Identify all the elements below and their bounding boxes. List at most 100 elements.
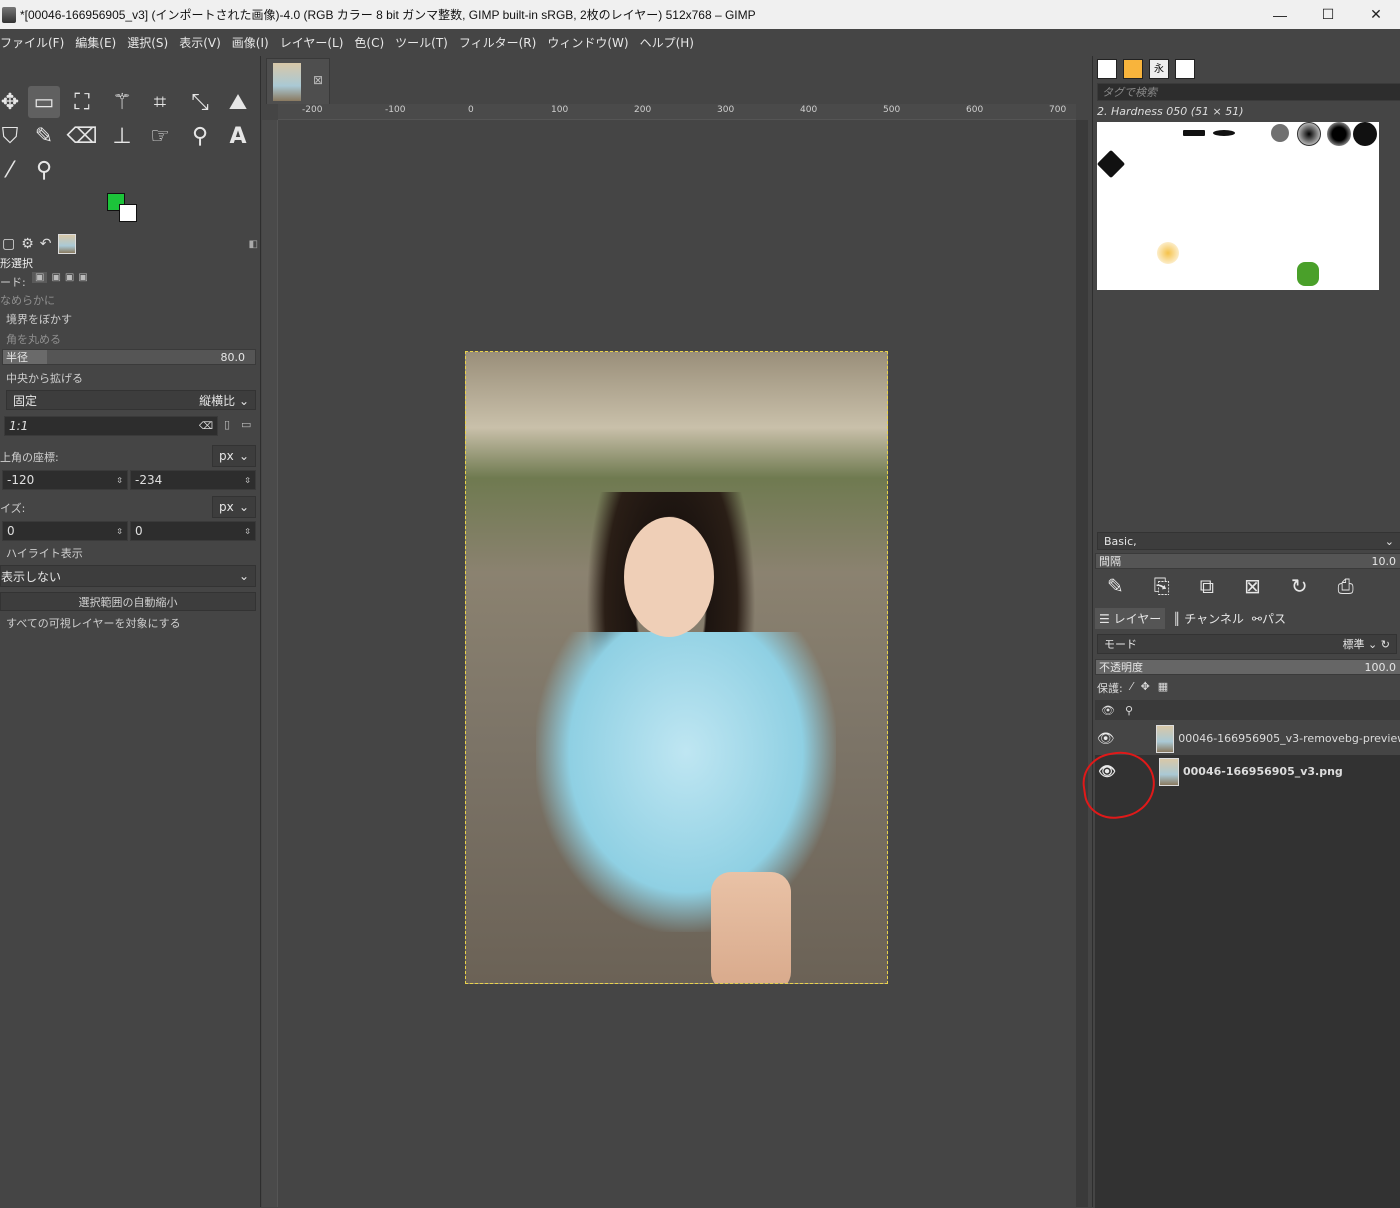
spinner-icon[interactable]: ⇳ (116, 476, 123, 485)
menu-edit[interactable]: 編集(E) (75, 34, 116, 51)
menu-tools[interactable]: ツール(T) (395, 34, 448, 51)
tab-paths[interactable]: ⚯パス (1252, 610, 1286, 627)
brush-item[interactable] (1213, 130, 1235, 136)
guides-combo[interactable]: 表示しない⌄ (0, 565, 256, 587)
brush-item[interactable] (1327, 122, 1351, 146)
portrait-icon[interactable]: ▯ (224, 418, 230, 431)
rounded-corners-checkbox[interactable]: 角を丸める (6, 331, 61, 347)
expand-center-checkbox[interactable]: 中央から拡げる (6, 370, 83, 386)
size-w-input[interactable]: 0⇳ (2, 521, 128, 541)
fixed-combo[interactable]: 固定 縦横比 ⌄ (6, 390, 256, 410)
close-tab-icon[interactable]: ⊠ (313, 73, 323, 87)
zoom-tool-icon[interactable]: ⚲ (28, 154, 60, 186)
clone-tool-icon[interactable]: ⊥ (106, 120, 138, 152)
clear-icon[interactable]: ⌫ (199, 421, 213, 432)
menu-select[interactable]: 選択(S) (127, 34, 168, 51)
menu-colors[interactable]: 色(C) (354, 34, 384, 51)
refresh-brushes-icon[interactable]: ↻ (1291, 574, 1308, 598)
brush-item[interactable] (1097, 150, 1125, 178)
spinner-icon[interactable]: ⇳ (244, 476, 251, 485)
tool-options-tab-icon[interactable]: ▢ (2, 236, 15, 252)
move-tool-icon[interactable]: ✥ (0, 86, 26, 118)
undo-history-tab-icon[interactable]: ↶ (40, 236, 52, 252)
tab-channels[interactable]: ║ チャンネル (1173, 610, 1244, 627)
brush-item[interactable] (1157, 242, 1179, 264)
warp-tool-icon[interactable]: ⛰ (222, 86, 254, 118)
sample-merged-checkbox[interactable]: すべての可視レイヤーを対象にする (6, 615, 181, 631)
delete-brush-icon[interactable]: ⊠ (1244, 574, 1261, 598)
minimize-button[interactable]: — (1256, 0, 1304, 29)
smudge-tool-icon[interactable]: ☞ (144, 120, 176, 152)
document-history-tab-icon[interactable] (1175, 59, 1195, 79)
menu-help[interactable]: ヘルプ(H) (640, 34, 694, 51)
mode-intersect-icon[interactable]: ▣ (78, 272, 87, 283)
paths-tool-icon[interactable]: ⚲ (184, 120, 216, 152)
opacity-slider[interactable]: 不透明度 100.0 (1095, 659, 1400, 675)
background-color-swatch[interactable] (119, 204, 137, 222)
color-picker-icon[interactable]: ⁄ (0, 154, 26, 186)
auto-shrink-button[interactable]: 選択範囲の自動縮小 (0, 592, 256, 611)
ratio-input[interactable]: 1:1 ⌫ (4, 416, 218, 436)
lock-alpha-icon[interactable]: ▦ (1158, 680, 1168, 696)
dock-menu-icon[interactable]: ◧ (249, 239, 258, 250)
spinner-icon[interactable]: ⇳ (244, 527, 251, 536)
rect-select-tool-icon[interactable]: ▭ (28, 86, 60, 118)
new-brush-icon[interactable]: ⎘ (1154, 574, 1170, 598)
mode-add-icon[interactable]: ▣ (51, 272, 60, 283)
menu-file[interactable]: ファイル(F) (0, 34, 64, 51)
close-button[interactable]: ✕ (1352, 0, 1400, 29)
transform-tool-icon[interactable]: ⤡ (184, 86, 216, 118)
text-tool-icon[interactable]: A (222, 120, 254, 152)
foreground-select-icon[interactable]: ⛶ (66, 86, 98, 118)
layer-row[interactable]: 👁 00046-166956905_v3-removebg-preview.pn… (1095, 722, 1400, 755)
fonts-tab-icon[interactable]: 永 (1149, 59, 1169, 79)
position-y-input[interactable]: -234⇳ (130, 470, 256, 490)
tab-layers[interactable]: ☰ レイヤー (1095, 608, 1165, 629)
brush-item[interactable] (1297, 262, 1319, 286)
brush-grid[interactable] (1097, 122, 1379, 290)
maximize-button[interactable]: ☐ (1304, 0, 1352, 29)
highlight-checkbox[interactable]: ハイライト表示 (6, 545, 83, 561)
image-tab[interactable]: ⊠ (266, 58, 330, 104)
images-tab-icon[interactable] (58, 234, 76, 254)
image-canvas[interactable] (465, 351, 888, 984)
landscape-icon[interactable]: ▭ (241, 418, 251, 431)
position-unit-combo[interactable]: px⌄ (212, 445, 256, 467)
patterns-tab-icon[interactable] (1123, 59, 1143, 79)
antialias-checkbox[interactable]: なめらかに (0, 292, 55, 308)
device-status-tab-icon[interactable]: ⚙ (21, 236, 34, 252)
layer-mode-combo[interactable]: モード 標準 ⌄ ↻ (1097, 634, 1397, 654)
feather-checkbox[interactable]: 境界をぼかす (6, 311, 72, 327)
mode-subtract-icon[interactable]: ▣ (65, 272, 74, 283)
spacing-slider[interactable]: 間隔 10.0 (1095, 553, 1400, 569)
vertical-scrollbar[interactable] (1076, 120, 1088, 1207)
paintbrush-icon[interactable]: ✎ (28, 120, 60, 152)
menu-windows[interactable]: ウィンドウ(W) (547, 34, 628, 51)
brush-item-selected[interactable] (1297, 122, 1321, 146)
brushes-tab-icon[interactable] (1097, 59, 1117, 79)
edit-brush-icon[interactable]: ✎ (1107, 574, 1124, 598)
menu-filters[interactable]: フィルター(R) (459, 34, 536, 51)
bucket-fill-icon[interactable]: ⛉ (0, 120, 26, 152)
radius-slider[interactable]: 半径 80.0 (2, 349, 256, 365)
open-brush-icon[interactable]: ⎙ (1338, 574, 1354, 598)
lock-pixels-icon[interactable]: ⁄ (1131, 680, 1133, 696)
fuzzy-select-icon[interactable]: ⚚ (106, 86, 138, 118)
brush-item[interactable] (1353, 122, 1377, 146)
brush-item[interactable] (1183, 130, 1205, 136)
brush-item[interactable] (1271, 124, 1289, 142)
brush-preset-combo[interactable]: Basic,⌄ (1097, 532, 1400, 550)
size-unit-combo[interactable]: px⌄ (212, 496, 256, 518)
lock-position-icon[interactable]: ✥ (1141, 680, 1150, 696)
spinner-icon[interactable]: ⇳ (116, 527, 123, 536)
eraser-icon[interactable]: ⌫ (66, 120, 98, 152)
duplicate-brush-icon[interactable]: ⧉ (1200, 574, 1214, 598)
brush-tag-search[interactable]: タグで検索 (1097, 83, 1400, 101)
menu-image[interactable]: 画像(I) (232, 34, 269, 51)
crop-tool-icon[interactable]: ⌗ (144, 86, 176, 118)
mode-replace-icon[interactable]: ▣ (32, 272, 47, 283)
eye-icon[interactable]: 👁 (1095, 731, 1116, 747)
menu-view[interactable]: 表示(V) (179, 34, 221, 51)
size-h-input[interactable]: 0⇳ (130, 521, 256, 541)
menu-layer[interactable]: レイヤー(L) (280, 34, 344, 51)
